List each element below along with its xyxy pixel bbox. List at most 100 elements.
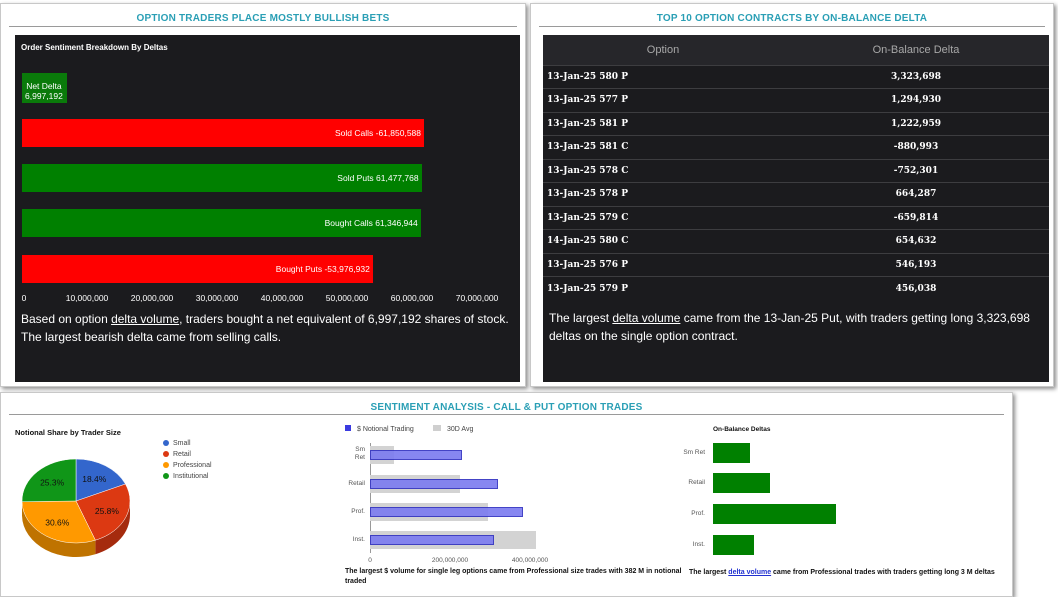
table-row[interactable]: 13-Jan-25 579 C -659,814: [543, 205, 1049, 230]
legend-label: Professional: [173, 462, 212, 469]
pie-slice-label: 18.4%: [82, 474, 107, 484]
deltas-footnote: The largest delta volume came from Profe…: [689, 568, 1009, 578]
legend-label: Retail: [173, 451, 191, 458]
bar-notional[interactable]: [370, 535, 494, 545]
delta-cell: 654,632: [783, 229, 1049, 253]
option-cell: 13-Jan-25 576 P: [543, 252, 783, 277]
x-tick-label: 60,000,000: [390, 293, 434, 303]
y-category-label-line: Ret: [354, 454, 365, 461]
delta-bar[interactable]: [713, 443, 750, 463]
pie-legend-item[interactable]: Institutional: [163, 473, 208, 480]
panel-title: OPTION TRADERS PLACE MOSTLY BULLISH BETS: [136, 13, 390, 24]
y-category-label: Inst.: [352, 536, 365, 543]
table-row[interactable]: 13-Jan-25 580 P 3,323,698: [543, 64, 1049, 89]
pie-legend-item[interactable]: Small: [163, 440, 191, 447]
x-tick-label: 400,000,000: [511, 557, 549, 564]
delta-bar[interactable]: [713, 535, 754, 555]
option-cell: 13-Jan-25 579 P: [543, 276, 783, 300]
table-row[interactable]: 14-Jan-25 580 C 654,632: [543, 229, 1049, 253]
y-category-label: Prof.: [351, 508, 365, 515]
legend-30d-avg: 30D Avg: [433, 425, 473, 433]
delta-column-header[interactable]: On-Balance Delta: [783, 35, 1049, 65]
y-category-label: Inst.: [692, 541, 705, 548]
table-row[interactable]: 13-Jan-25 578 C -752,301: [543, 158, 1049, 183]
delta-cell: 456,038: [783, 276, 1049, 300]
panel-title: SENTIMENT ANALYSIS - CALL & PUT OPTION T…: [370, 402, 643, 413]
delta-cell: -659,814: [783, 205, 1049, 230]
table-row[interactable]: 13-Jan-25 581 P 1,222,959: [543, 111, 1049, 136]
option-cell: 13-Jan-25 581 P: [543, 111, 783, 136]
delta-cell: -752,301: [783, 158, 1049, 183]
delta-cell: 664,287: [783, 182, 1049, 206]
option-cell: 13-Jan-25 577 P: [543, 88, 783, 112]
bar-label: Bought Calls 61,346,944: [324, 218, 418, 228]
bar-bought-puts[interactable]: Bought Puts -53,976,932: [22, 255, 373, 283]
pie-slice-label: 25.8%: [95, 506, 120, 516]
square-icon: [345, 425, 351, 431]
bar-label: Sold Puts 61,477,768: [337, 173, 419, 183]
bar-net-delta[interactable]: Net Delta 6,997,192: [22, 73, 68, 103]
x-tick-label: 200,000,000: [431, 557, 469, 564]
delta-volume-link[interactable]: delta volume: [111, 312, 179, 326]
bar-label: Bought Puts -53,976,932: [275, 264, 370, 274]
x-tick-label: 30,000,000: [195, 293, 239, 303]
table-row[interactable]: 13-Jan-25 581 C -880,993: [543, 135, 1049, 159]
y-category-label: Sm Ret: [683, 449, 705, 456]
y-category-label-line: Sm: [355, 446, 365, 453]
option-column-header[interactable]: Option: [543, 35, 783, 65]
bar-sold-puts[interactable]: Sold Puts 61,477,768: [22, 164, 422, 192]
sentiment-analysis-panel: SENTIMENT ANALYSIS - CALL & PUT OPTION T…: [0, 392, 1013, 597]
delta-cell: 3,323,698: [783, 64, 1049, 89]
option-cell: 14-Jan-25 580 C: [543, 229, 783, 253]
x-tick-label: 70,000,000: [455, 293, 499, 303]
delta-cell: 1,294,930: [783, 88, 1049, 112]
delta-cell: -880,993: [783, 135, 1049, 159]
circle-icon: [163, 462, 169, 469]
desc-text: The largest: [549, 311, 613, 325]
bar-notional[interactable]: [370, 479, 498, 489]
pie-legend-item[interactable]: Professional: [163, 462, 212, 469]
legend-label: Small: [173, 440, 191, 447]
table-row[interactable]: 13-Jan-25 577 P 1,294,930: [543, 88, 1049, 112]
notional-share-pie: 18.4% 25.8% 30.6% 25.3%: [21, 458, 131, 557]
option-cell: 13-Jan-25 580 P: [543, 64, 783, 89]
x-tick-label: 40,000,000: [260, 293, 304, 303]
notional-footnote: The largest $ volume for single leg opti…: [345, 568, 682, 585]
table-row[interactable]: 13-Jan-25 579 P 456,038: [543, 276, 1049, 300]
table-row[interactable]: 13-Jan-25 576 P 546,193: [543, 252, 1049, 277]
option-cell: 13-Jan-25 581 C: [543, 135, 783, 159]
delta-bar[interactable]: [713, 473, 771, 493]
title-divider: [9, 26, 517, 27]
table-header-row: Option On-Balance Delta: [543, 35, 1049, 65]
delta-volume-link[interactable]: delta volume: [612, 311, 680, 325]
y-category-label: Sm Ret: [355, 446, 365, 462]
bar-bought-calls[interactable]: Bought Calls 61,346,944: [22, 209, 421, 237]
delta-bar[interactable]: [713, 504, 836, 524]
delta-volume-link[interactable]: delta volume: [728, 569, 771, 576]
y-category-label: Prof.: [691, 510, 705, 517]
delta-cell: 546,193: [783, 252, 1049, 277]
bar-notional[interactable]: [370, 507, 523, 517]
bar-sold-calls[interactable]: Sold Calls -61,850,588: [22, 119, 425, 147]
title-divider: [539, 26, 1045, 27]
legend-label: $ Notional Trading: [357, 426, 414, 433]
contracts-description: The largest delta volume came from the 1…: [549, 309, 1044, 345]
circle-icon: [163, 451, 169, 458]
foot-text: The largest: [689, 569, 729, 576]
pie-title: Notional Share by Trader Size: [15, 428, 121, 437]
bar-label: Sold Calls -61,850,588: [335, 128, 422, 138]
panel-title: TOP 10 OPTION CONTRACTS BY ON-BALANCE DE…: [656, 13, 928, 24]
contracts-area: Option On-Balance Delta 13-Jan-25 580 P3…: [543, 35, 1049, 382]
legend-label: Institutional: [173, 473, 209, 480]
circle-icon: [163, 440, 169, 447]
option-cell: 13-Jan-25 579 C: [543, 205, 783, 230]
x-tick-label: 0: [21, 293, 27, 303]
top-contracts-panel: TOP 10 OPTION CONTRACTS BY ON-BALANCE DE…: [530, 3, 1054, 387]
bar-notional[interactable]: [370, 450, 462, 460]
x-tick-label: 0: [368, 557, 372, 564]
y-category-label: Retail: [348, 480, 365, 487]
square-icon: [433, 425, 441, 431]
table-row[interactable]: 13-Jan-25 578 P 664,287: [543, 182, 1049, 206]
deltas-title: On-Balance Deltas: [713, 426, 771, 433]
pie-legend-item[interactable]: Retail: [163, 451, 191, 458]
